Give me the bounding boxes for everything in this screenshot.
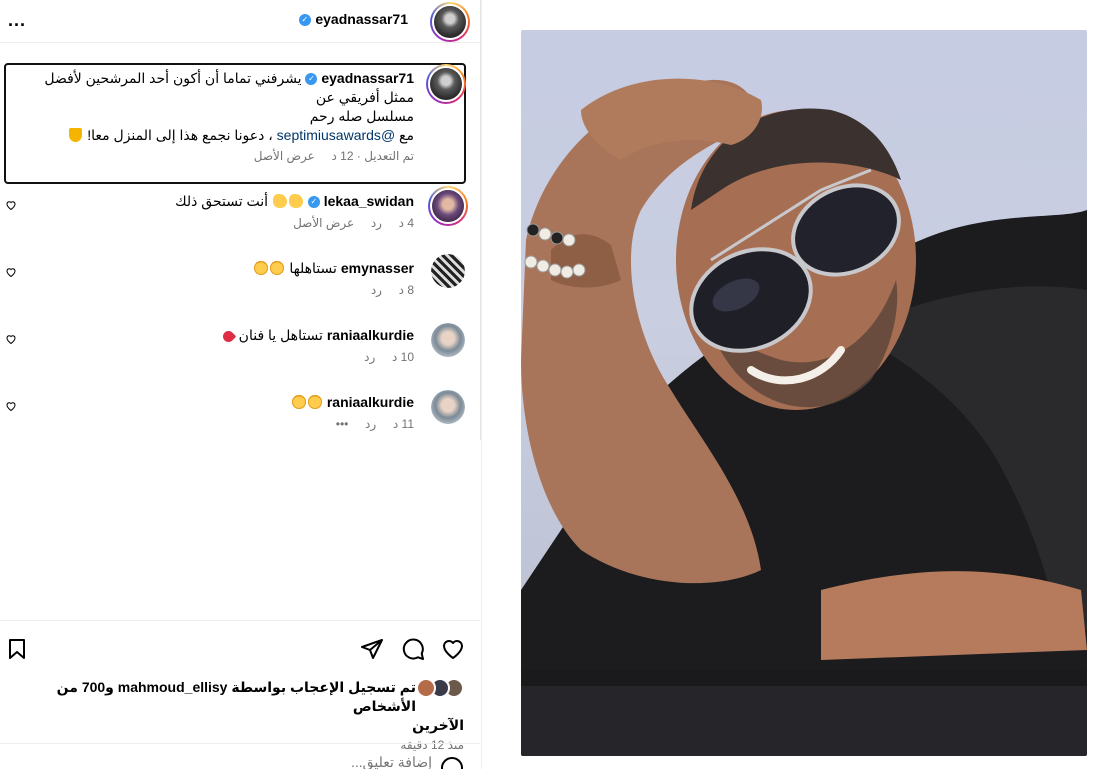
comment-time: 10 د [391,350,414,364]
comment-text: أنت تستحق ذلك [175,193,269,209]
likers-avatars[interactable] [404,678,464,698]
heart-icon[interactable] [5,400,17,412]
caption-box: eyadnassar71 ✓ يشرفني تماما أن أكون أحد … [4,63,466,184]
trophy-emoji-icon [69,128,83,142]
caption-line-3: مع @septimiusawards ، دعونا نجمع هذا إلى… [14,126,414,145]
post-detail-panel: ... ✓ eyadnassar71 eyadnassar71 ✓ يشرفني… [0,0,482,769]
comment-avatar[interactable] [431,254,465,288]
likes-line-2[interactable]: الآخرين [14,716,464,735]
comment-username[interactable]: raniaalkurdie [327,394,414,410]
likes-line-1[interactable]: تم تسجيل الإعجاب بواسطة mahmoud_ellisy و… [14,678,464,716]
star-eyes-emoji-icon [270,261,285,275]
verified-badge-icon: ✓ [305,73,318,86]
comments-scrollbar[interactable] [480,0,481,440]
comment-icon[interactable] [401,637,425,661]
post-author: ✓ eyadnassar71 [298,11,408,29]
mention-link[interactable]: @septimiusawards [277,127,395,143]
media-area [482,0,1103,769]
bookmark-icon[interactable] [5,637,29,661]
see-original-link[interactable]: عرض الأصل [254,149,315,163]
star-eyes-emoji-icon [291,395,306,409]
comment-time: 11 د [392,417,414,431]
comment-text: تستاهل يا فنان [238,327,323,343]
comment-avatar[interactable] [431,323,465,357]
caption-meta: تم التعديل · 12 د عرض الأصل [253,149,414,163]
post-actions: تم تسجيل الإعجاب بواسطة mahmoud_ellisy و… [0,620,480,752]
caption-line-3-prefix: مع [395,127,414,143]
star-eyes-emoji-icon [307,395,322,409]
comment-avatar[interactable] [431,390,465,424]
clap-emoji-icon [288,194,303,208]
reply-button[interactable]: رد [365,417,376,431]
verified-badge-icon: ✓ [307,196,320,209]
post-author-avatar[interactable] [430,2,470,42]
comment-text: تستاهلها [289,260,337,276]
verified-badge-icon: ✓ [298,13,311,26]
caption-line-3-suffix: ، دعونا نجمع هذا إلى المنزل معا! [87,127,277,143]
see-original-link[interactable]: عرض الأصل [293,216,354,230]
red-heart-emoji-icon [220,328,237,345]
heart-icon[interactable] [5,266,17,278]
comment-username[interactable]: lekaa_swidan [324,193,414,209]
caption-avatar[interactable] [426,64,466,104]
add-comment-bar [0,743,480,769]
likes-summary: تم تسجيل الإعجاب بواسطة mahmoud_ellisy و… [14,678,464,752]
heart-icon[interactable] [5,199,17,211]
edited-label: تم التعديل [364,149,414,163]
clap-emoji-icon [272,194,287,208]
caption-body: eyadnassar71 ✓ يشرفني تماما أن أكون أحد … [14,69,414,163]
heart-icon[interactable] [5,333,17,345]
reply-button[interactable]: رد [371,216,382,230]
caption-username[interactable]: eyadnassar71 [321,70,414,86]
reply-button[interactable]: رد [364,350,375,364]
comment-time: 8 د [398,283,414,297]
share-icon[interactable] [360,637,384,661]
comment-time: 4 د [398,216,414,230]
heart-icon[interactable] [441,637,465,661]
post-author-username[interactable]: eyadnassar71 [315,11,408,27]
post-header: ... ✓ eyadnassar71 [0,0,482,43]
star-eyes-emoji-icon [254,261,269,275]
reply-button[interactable]: رد [371,283,382,297]
add-comment-input[interactable] [132,754,432,769]
emoji-icon[interactable] [440,756,464,769]
comment-username[interactable]: emynasser [341,260,414,276]
caption-time: 12 د [331,149,354,163]
post-image[interactable] [521,30,1087,756]
comment-username[interactable]: raniaalkurdie [327,327,414,343]
caption-line-2: مسلسل صله رحم [309,108,414,124]
comment-avatar[interactable] [428,186,468,226]
more-options-button[interactable]: ... [8,10,26,31]
comment-more-options[interactable]: ••• [336,417,349,431]
